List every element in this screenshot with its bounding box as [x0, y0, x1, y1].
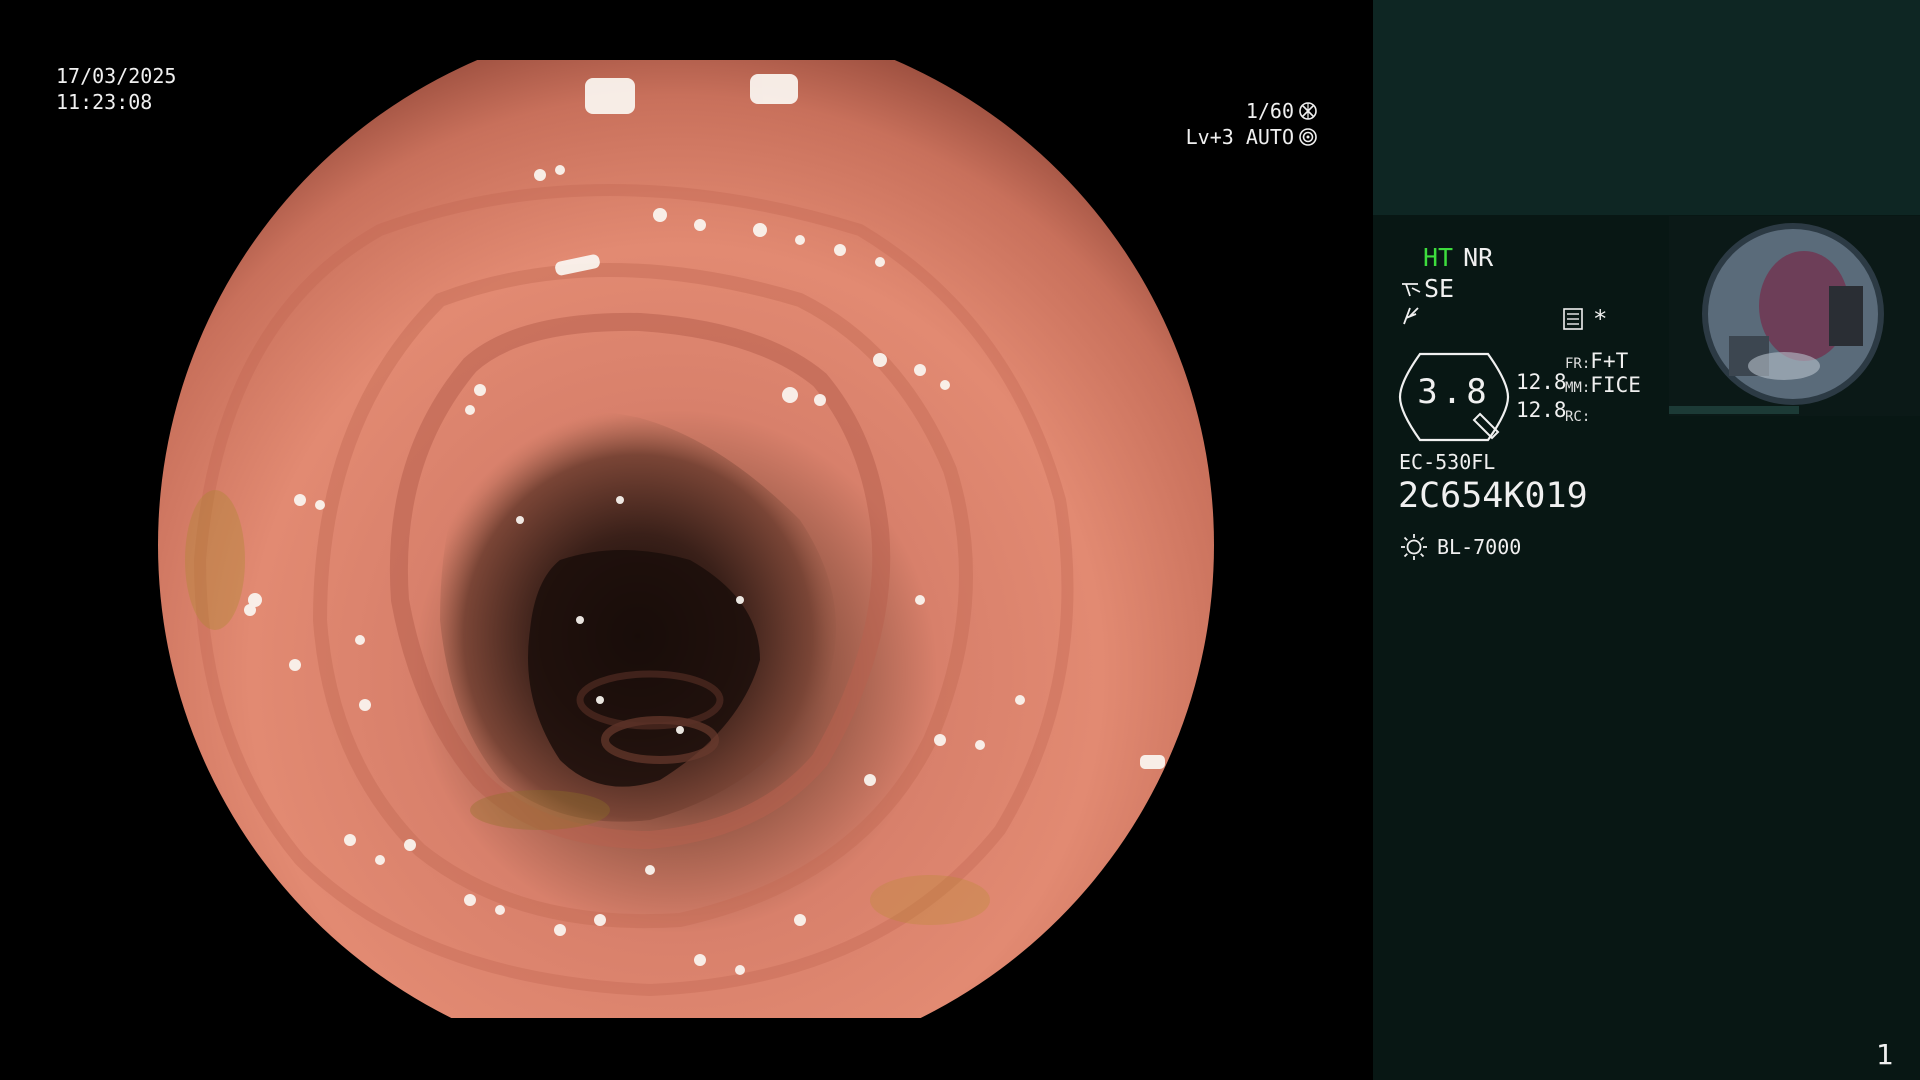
mm-setting: MM:FICE [1565, 373, 1641, 397]
light-source-label: BL-7000 [1437, 535, 1522, 559]
page-number: 1 [1876, 1038, 1894, 1071]
shutter-row: 1/60 [1186, 98, 1318, 124]
image-mode-row: HT NR [1423, 243, 1493, 272]
fr-value: F+T [1590, 349, 1629, 373]
scope-model: EC-530FL [1399, 450, 1496, 474]
structure-enhance-row: SE [1400, 274, 1454, 303]
room-camera-thumbnail [1669, 216, 1920, 416]
mm-value: FICE [1590, 373, 1641, 397]
date-time-overlay: 17/03/2025 11:23:08 [56, 63, 176, 115]
endoscope-view: 17/03/2025 11:23:08 1/60 Lv+3 AUTO [0, 0, 1372, 1080]
mode-ht-label: HT [1423, 243, 1454, 272]
sun-icon [1401, 534, 1427, 560]
info-panel: HT NR SE * 3.8 12.8 12.8 FR:F+T MM:FICE … [1373, 0, 1920, 1080]
scope-serial: 2C654K019 [1398, 476, 1588, 516]
iris-mode-text: Lv+3 AUTO [1185, 125, 1294, 149]
exposure-overlay: 1/60 Lv+3 AUTO [1186, 98, 1318, 150]
setting-value-b: 12.8 [1516, 398, 1567, 422]
date-text: 17/03/2025 [56, 64, 177, 88]
rc-key: RC: [1565, 409, 1591, 425]
iris-target-icon [1299, 128, 1317, 146]
structure-enhance-icon [1402, 282, 1421, 296]
se-label: SE [1424, 274, 1455, 303]
flash-row [1400, 304, 1422, 334]
iris-row: Lv+3 AUTO [1186, 124, 1318, 150]
zoom-value: 3.8 [1417, 372, 1491, 412]
endoscopic-image [158, 60, 1214, 1018]
lightning-icon [1403, 307, 1419, 325]
endoscopy-screen: 17/03/2025 11:23:08 1/60 Lv+3 AUTO HT NR… [0, 0, 1920, 1080]
panel-header-band [1373, 0, 1920, 215]
setting-value-a: 12.8 [1516, 370, 1567, 394]
mode-nr-label: NR [1463, 243, 1494, 272]
rc-setting: RC: [1565, 402, 1590, 426]
fr-setting: FR:F+T [1565, 349, 1628, 373]
time-text: 11:23:08 [56, 90, 153, 114]
menu-box-icon [1563, 308, 1583, 330]
light-source-row: BL-7000 [1399, 532, 1521, 562]
shutter-speed-text: 1/60 [1245, 99, 1294, 123]
mm-key: MM: [1565, 380, 1591, 396]
aperture-icon [1299, 102, 1317, 120]
settings-row: * [1563, 305, 1607, 333]
asterisk-indicator: * [1593, 305, 1608, 333]
fr-key: FR: [1565, 356, 1591, 372]
